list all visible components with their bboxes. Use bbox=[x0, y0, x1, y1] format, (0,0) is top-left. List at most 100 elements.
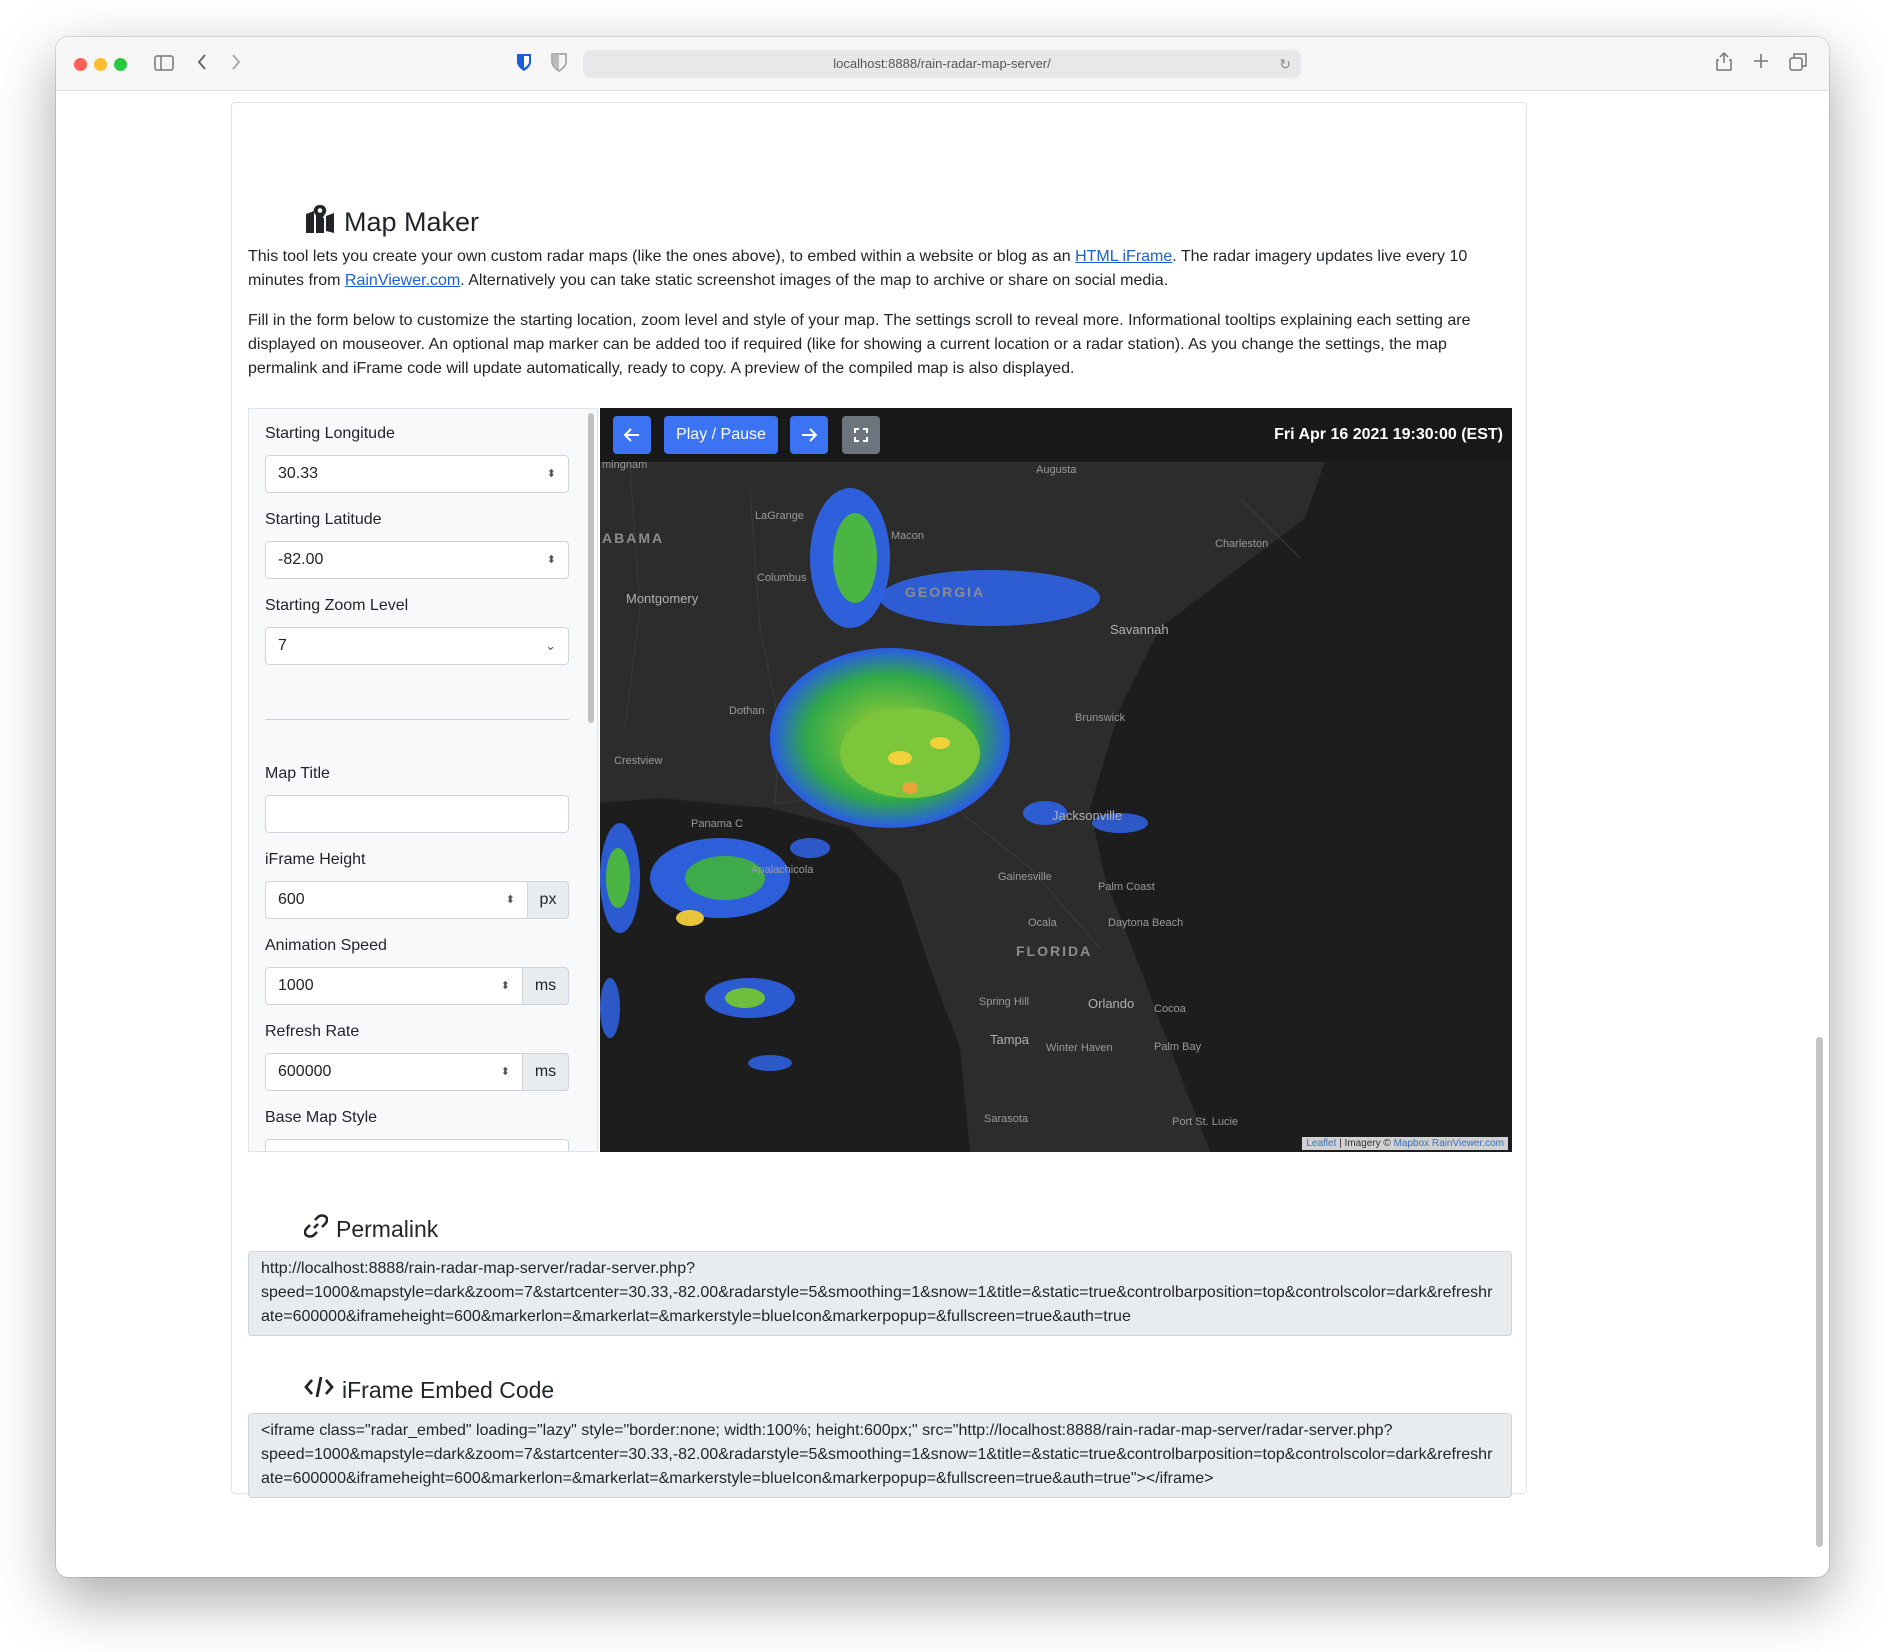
radar-echo bbox=[606, 848, 630, 908]
zoom-value: 7 bbox=[278, 637, 287, 654]
map-label: Palm Coast bbox=[1098, 881, 1155, 893]
forward-icon[interactable] bbox=[230, 53, 242, 74]
map-attribution: Leaflet | Imagery © Mapbox RainViewer.co… bbox=[1302, 1137, 1508, 1150]
map-label: Macon bbox=[891, 530, 925, 542]
map-label: Apalachicola bbox=[751, 864, 814, 876]
map-label: Ocala bbox=[1028, 917, 1057, 929]
radar-echo bbox=[685, 856, 765, 900]
number-stepper-icon[interactable]: ⬍ bbox=[501, 968, 510, 1004]
next-frame-button[interactable] bbox=[790, 416, 828, 454]
iframe-height-input[interactable]: 600 ⬍ bbox=[265, 881, 528, 919]
iframe-height-label: iFrame Height bbox=[265, 851, 366, 868]
privacy-shield-icon[interactable] bbox=[551, 53, 567, 75]
map-label: Charleston bbox=[1215, 538, 1269, 550]
page-scrollbar[interactable] bbox=[1816, 1037, 1823, 1547]
map-label: Spring Hill bbox=[979, 996, 1030, 1008]
number-stepper-icon[interactable]: ⬍ bbox=[506, 882, 515, 918]
map-label: Orlando bbox=[1088, 996, 1135, 1011]
fullscreen-button[interactable] bbox=[842, 416, 880, 454]
map-label: Crestview bbox=[614, 755, 663, 767]
zoom-window-button[interactable] bbox=[114, 58, 127, 71]
settings-form-panel[interactable]: Starting Longitude 30.33 ⬍ Starting Lati… bbox=[248, 408, 598, 1152]
map-label: Winter Haven bbox=[1046, 1042, 1113, 1054]
reload-icon[interactable]: ↻ bbox=[1279, 50, 1291, 78]
fullscreen-icon bbox=[854, 428, 868, 442]
refresh-rate-label: Refresh Rate bbox=[265, 1023, 360, 1040]
latitude-input[interactable]: -82.00 ⬍ bbox=[265, 541, 569, 579]
map-background bbox=[600, 408, 1512, 1152]
embed-code-heading: iFrame Embed Code bbox=[304, 1376, 554, 1404]
new-tab-icon[interactable] bbox=[1753, 53, 1769, 72]
rainviewer-link[interactable]: RainViewer.com bbox=[345, 272, 460, 289]
map-label: GEORGIA bbox=[905, 584, 986, 600]
map-maker-heading: Map Maker bbox=[304, 204, 479, 241]
close-window-button[interactable] bbox=[74, 58, 87, 71]
permalink-textarea[interactable]: http://localhost:8888/rain-radar-map-ser… bbox=[248, 1251, 1512, 1336]
iframe-height-value: 600 bbox=[278, 891, 305, 908]
embed-code-title: iFrame Embed Code bbox=[342, 1376, 555, 1403]
radar-echo bbox=[725, 988, 765, 1008]
radar-map-preview[interactable]: Play / Pause Fri Apr 16 2021 19:30:00 (E… bbox=[600, 408, 1512, 1152]
code-icon bbox=[304, 1376, 334, 1404]
share-icon[interactable] bbox=[1716, 51, 1732, 74]
map-label: FLORIDA bbox=[1016, 943, 1093, 959]
html-iframe-link[interactable]: HTML iFrame bbox=[1075, 248, 1172, 265]
number-stepper-icon[interactable]: ⬍ bbox=[547, 542, 556, 578]
sidebar-toggle-icon[interactable] bbox=[154, 55, 174, 74]
longitude-input[interactable]: 30.33 ⬍ bbox=[265, 455, 569, 493]
map-label: Montgomery bbox=[626, 591, 699, 606]
tab-overview-icon[interactable] bbox=[1789, 53, 1807, 74]
ms-unit-addon: ms bbox=[522, 967, 569, 1005]
bitwarden-shield-icon[interactable] bbox=[516, 53, 532, 75]
leaflet-link[interactable]: Leaflet bbox=[1306, 1138, 1336, 1149]
embed-code-textarea[interactable]: <iframe class="radar_embed" loading="laz… bbox=[248, 1413, 1512, 1498]
base-map-style-select[interactable] bbox=[265, 1139, 569, 1151]
radar-echo bbox=[748, 1055, 792, 1071]
play-pause-button[interactable]: Play / Pause bbox=[664, 416, 778, 454]
number-stepper-icon[interactable]: ⬍ bbox=[501, 1054, 510, 1090]
intro-text-c: . Alternatively you can take static scre… bbox=[460, 272, 1169, 289]
map-label: Columbus bbox=[757, 572, 807, 584]
map-label: Cocoa bbox=[1154, 1003, 1186, 1015]
radar-echo bbox=[833, 513, 877, 603]
radar-echo bbox=[676, 910, 704, 926]
longitude-label: Starting Longitude bbox=[265, 425, 395, 442]
zoom-select[interactable]: 7 ⌄ bbox=[265, 627, 569, 665]
map-label: ABAMA bbox=[602, 530, 665, 546]
rainviewer-attribution-link[interactable]: RainViewer.com bbox=[1432, 1138, 1504, 1149]
map-label: Panama C bbox=[691, 818, 743, 830]
number-stepper-icon[interactable]: ⬍ bbox=[547, 456, 556, 492]
permalink-heading: Permalink bbox=[303, 1214, 438, 1244]
back-icon[interactable] bbox=[196, 53, 208, 74]
radar-echo bbox=[600, 978, 620, 1038]
browser-toolbar: localhost:8888/rain-radar-map-server/ ↻ bbox=[56, 37, 1829, 91]
animation-speed-label: Animation Speed bbox=[265, 937, 387, 954]
map-title-input[interactable] bbox=[265, 795, 569, 833]
map-label: Port St. Lucie bbox=[1172, 1116, 1239, 1128]
radar-timestamp: Fri Apr 16 2021 19:30:00 (EST) bbox=[1274, 426, 1503, 443]
map-label: LaGrange bbox=[755, 510, 804, 522]
map-label: Palm Bay bbox=[1154, 1041, 1202, 1053]
previous-frame-button[interactable] bbox=[613, 416, 651, 454]
px-unit-addon: px bbox=[527, 881, 569, 919]
minimize-window-button[interactable] bbox=[94, 58, 107, 71]
animation-speed-input[interactable]: 1000 ⬍ bbox=[265, 967, 523, 1005]
intro-paragraph-1: This tool lets you create your own custo… bbox=[248, 245, 1508, 293]
address-bar[interactable]: localhost:8888/rain-radar-map-server/ ↻ bbox=[583, 50, 1301, 78]
arrow-right-icon bbox=[802, 428, 818, 442]
link-icon bbox=[303, 1214, 329, 1244]
radar-echo bbox=[902, 782, 918, 794]
refresh-rate-input[interactable]: 600000 ⬍ bbox=[265, 1053, 523, 1091]
map-label: Sarasota bbox=[984, 1113, 1029, 1125]
mapbox-link[interactable]: Mapbox bbox=[1394, 1138, 1430, 1149]
animation-speed-value: 1000 bbox=[278, 977, 314, 994]
intro-paragraph-2: Fill in the form below to customize the … bbox=[248, 312, 1471, 377]
map-label: mingnam bbox=[602, 459, 648, 471]
map-label: Daytona Beach bbox=[1108, 917, 1184, 929]
map-label: Dothan bbox=[729, 705, 765, 717]
map-label: Savannah bbox=[1110, 622, 1169, 637]
page-title: Map Maker bbox=[344, 207, 480, 237]
form-scrollbar[interactable] bbox=[588, 413, 594, 723]
map-label: Jacksonville bbox=[1052, 808, 1123, 823]
map-title-label: Map Title bbox=[265, 765, 330, 782]
